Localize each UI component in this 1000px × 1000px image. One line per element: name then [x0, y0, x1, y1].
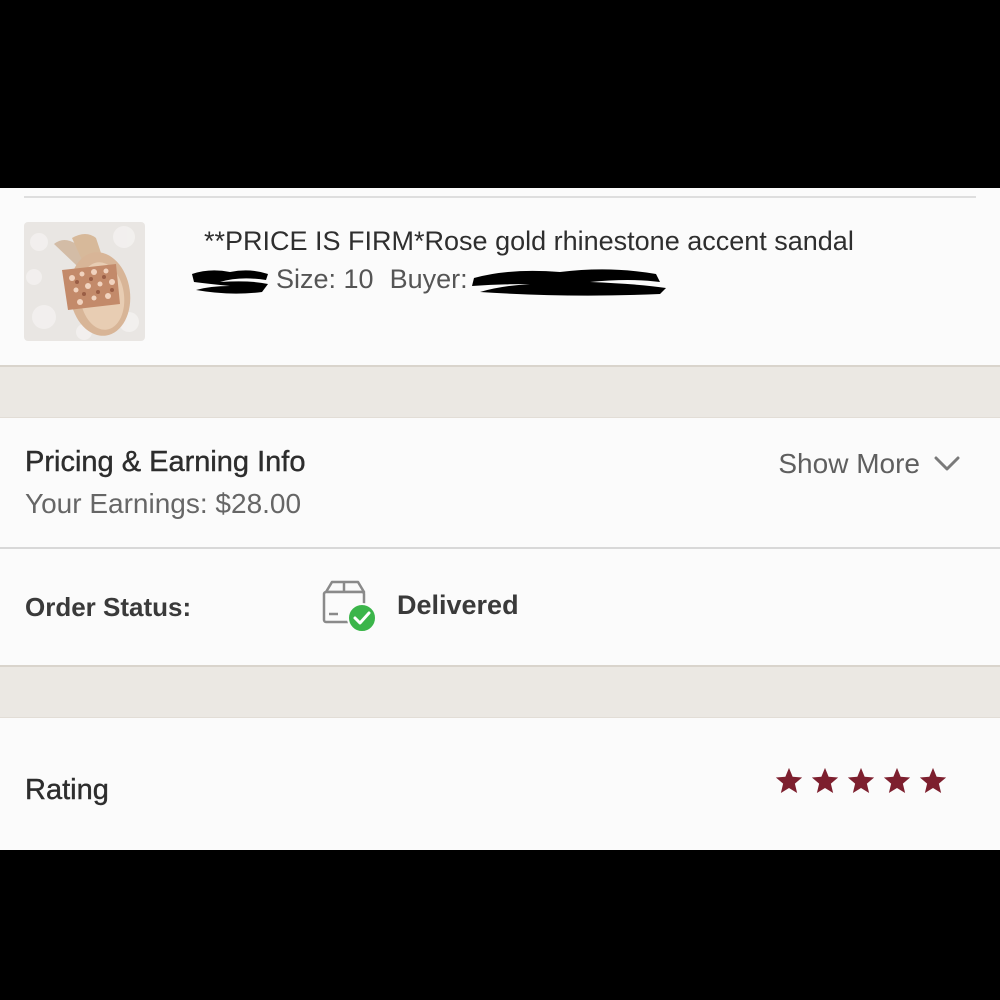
divider: [0, 547, 1000, 549]
section-separator: [0, 365, 1000, 418]
rating-stars: [774, 766, 948, 796]
package-delivered-icon: [322, 580, 377, 633]
product-meta: Size: 10 Buyer:: [190, 264, 670, 298]
star-icon: [775, 767, 803, 793]
section-separator: [0, 665, 1000, 718]
show-more-button[interactable]: Show More: [778, 448, 960, 480]
rating-label: Rating: [25, 774, 109, 806]
size-label: Size: 10: [276, 264, 374, 295]
product-title[interactable]: **PRICE IS FIRM*Rose gold rhinestone acc…: [204, 226, 854, 257]
order-status-value: Delivered: [397, 590, 519, 620]
order-status-label: Order Status:: [25, 592, 192, 622]
order-details-panel: **PRICE IS FIRM*Rose gold rhinestone acc…: [0, 188, 1000, 850]
redaction-mark: [192, 270, 268, 294]
redaction-mark: [471, 269, 666, 296]
pricing-section: Pricing & Earning Info Your Earnings: $2…: [0, 418, 1000, 548]
pricing-title: Pricing & Earning Info: [25, 446, 306, 478]
rating-section: Rating: [0, 718, 1000, 850]
show-more-label: Show More: [778, 448, 920, 479]
star-icon: [847, 767, 875, 793]
buyer-label: Buyer:: [389, 264, 468, 295]
product-thumbnail[interactable]: [24, 222, 145, 341]
star-icon: [919, 767, 947, 793]
order-status-section: Order Status: Delivered: [0, 550, 1000, 664]
chevron-down-icon: [934, 456, 960, 471]
earnings-value: Your Earnings: $28.00: [25, 488, 302, 519]
product-row[interactable]: **PRICE IS FIRM*Rose gold rhinestone acc…: [0, 198, 1000, 366]
star-icon: [883, 767, 911, 793]
star-icon: [811, 767, 839, 793]
